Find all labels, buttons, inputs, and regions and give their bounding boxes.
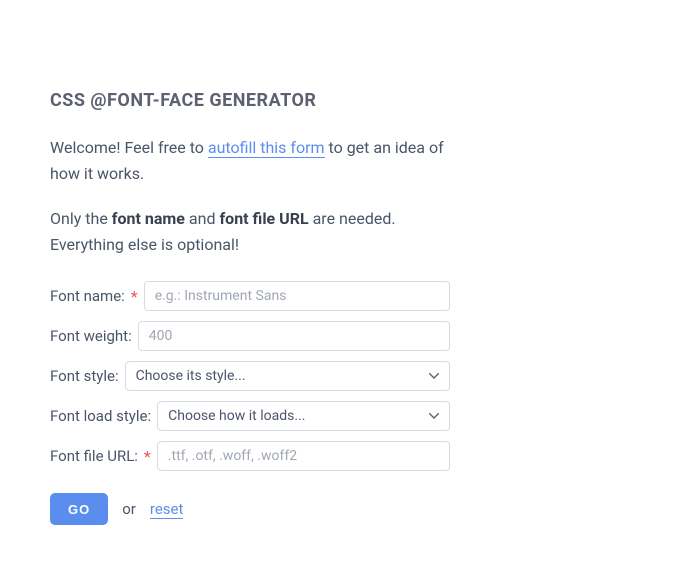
go-button[interactable]: GO [50,493,108,525]
font-url-label: Font file URL: [50,447,138,465]
font-load-row: Font load style: Choose how it loads... [50,401,450,431]
font-weight-row: Font weight: [50,321,450,351]
note-text: Only the font name and font file URL are… [50,206,450,257]
font-name-label: Font name: [50,287,125,305]
intro-pre: Welcome! Feel free to [50,138,208,157]
font-name-row: Font name: * [50,281,450,311]
autofill-link[interactable]: autofill this form [208,138,325,158]
note-b2: font file URL [219,209,308,228]
font-url-input[interactable] [157,441,450,471]
font-style-select[interactable]: Choose its style... [125,361,450,391]
font-face-form: Font name: * Font weight: Font style: Ch… [50,281,450,525]
intro-text: Welcome! Feel free to autofill this form… [50,135,450,186]
note-p1: Only the [50,209,112,228]
form-actions: GO or reset [50,493,450,525]
font-name-input[interactable] [144,281,450,311]
font-load-label: Font load style: [50,407,151,425]
font-url-row: Font file URL: * [50,441,450,471]
font-load-select[interactable]: Choose how it loads... [157,401,450,431]
font-style-row: Font style: Choose its style... [50,361,450,391]
page-title: CSS @FONT-FACE GENERATOR [50,90,450,111]
font-weight-label: Font weight: [50,327,132,345]
required-marker: * [131,287,138,306]
or-text: or [122,500,136,518]
required-marker: * [144,447,151,466]
note-b1: font name [112,209,185,228]
note-p2: and [185,209,220,228]
reset-link[interactable]: reset [150,500,184,519]
font-weight-input[interactable] [138,321,450,351]
font-style-label: Font style: [50,367,119,385]
